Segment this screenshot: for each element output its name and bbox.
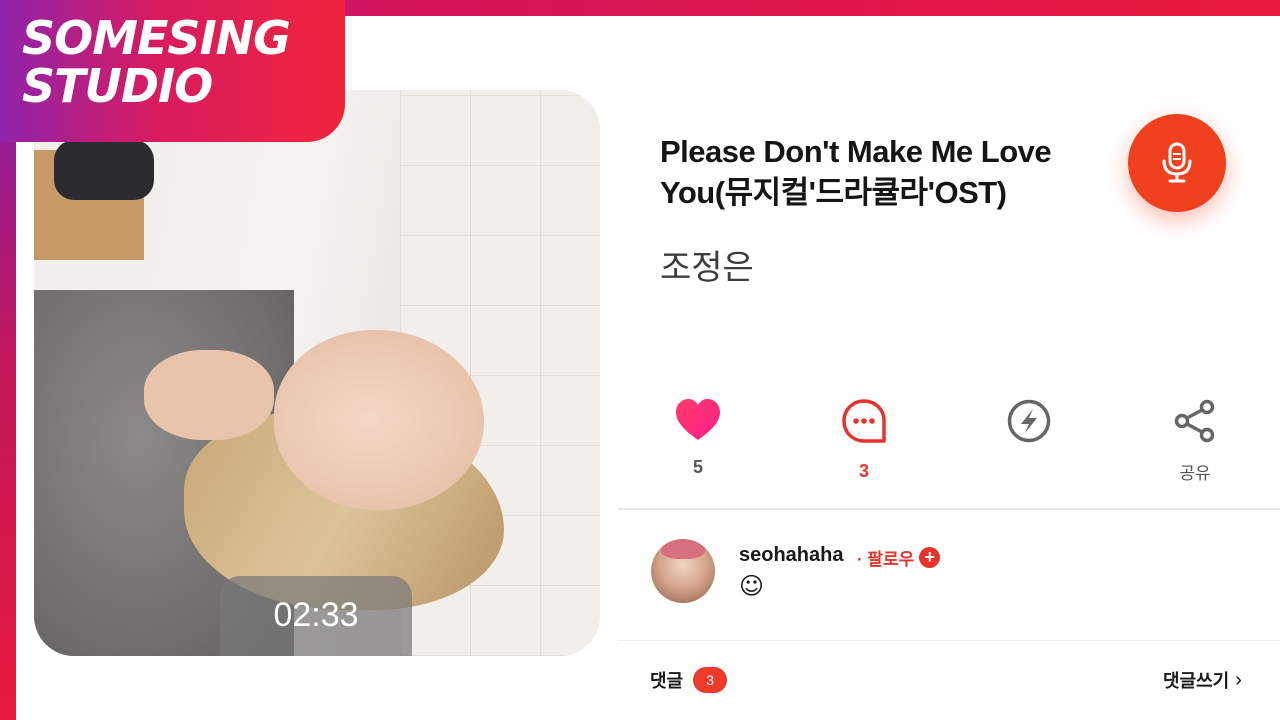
comment-text: ☺	[739, 572, 765, 600]
comment-username[interactable]: seohahaha	[739, 544, 843, 567]
photo-face	[274, 330, 484, 510]
comment-bubble-icon	[842, 399, 886, 443]
share-label: 공유	[1179, 464, 1211, 484]
photo-hand	[144, 350, 274, 440]
playback-time: 02:33	[220, 576, 412, 656]
write-comment-label: 댓글쓰기	[1163, 671, 1230, 691]
avatar[interactable]	[651, 539, 715, 603]
share-icon	[1174, 399, 1215, 443]
video-thumbnail[interactable]: 02:33	[34, 90, 600, 656]
comments-count-badge: 3	[693, 667, 728, 693]
comments-label: 댓글	[650, 671, 684, 691]
somesing-button[interactable]	[979, 398, 1079, 449]
artist-name[interactable]: 조정은	[660, 240, 754, 289]
write-comment-button[interactable]: 댓글쓰기 ›	[1163, 667, 1242, 693]
like-count: 5	[692, 457, 703, 477]
follow-label: · 팔로우	[857, 550, 915, 569]
comments-section-header[interactable]: 댓글 3	[650, 667, 728, 693]
share-button[interactable]: 공유	[1145, 398, 1245, 484]
brand-logo: SOMESING STUDIO	[0, 0, 345, 142]
footer-divider	[618, 640, 1280, 641]
microphone-icon	[1162, 142, 1192, 183]
plus-icon: +	[919, 547, 941, 568]
brand-line2: STUDIO	[22, 59, 213, 113]
photo-chair	[54, 140, 154, 200]
heart-icon	[676, 399, 720, 440]
like-button[interactable]: 5	[648, 398, 748, 478]
somesing-logo-icon	[1007, 399, 1051, 443]
section-divider	[618, 508, 1280, 510]
follow-button[interactable]: · 팔로우 +	[857, 545, 941, 570]
comment-button[interactable]: 3	[814, 398, 914, 482]
song-title: Please Don't Make Me Love You(뮤지컬'드라큘라'O…	[660, 134, 1052, 210]
chevron-right-icon: ›	[1235, 668, 1242, 691]
brand-line1: SOMESING	[22, 11, 291, 65]
comment-count: 3	[858, 461, 869, 481]
sing-button[interactable]	[1128, 114, 1226, 212]
